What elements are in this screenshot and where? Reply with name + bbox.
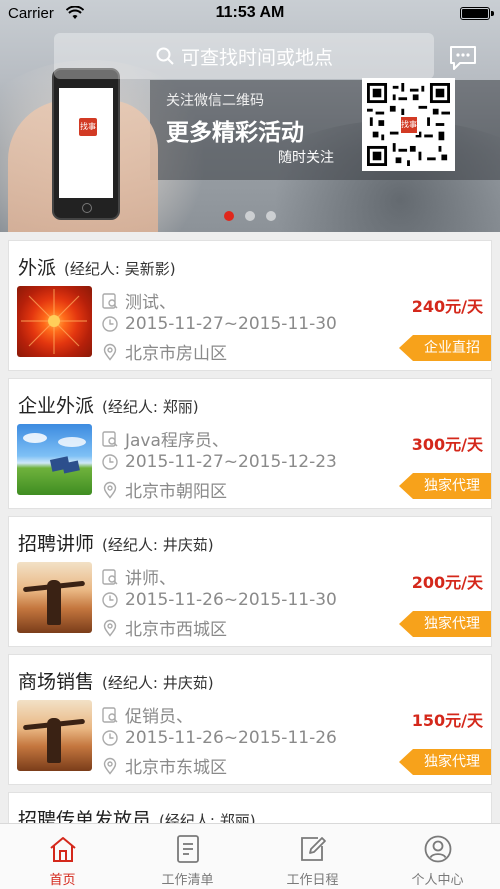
home-icon — [47, 833, 79, 865]
job-dates: 2015-11-27~2015-11-30 — [125, 314, 337, 334]
job-location-row: 北京市房山区 — [101, 339, 227, 364]
qr-logo: 找事 — [399, 115, 419, 135]
location-icon — [101, 481, 119, 499]
job-location: 北京市朝阳区 — [125, 482, 227, 502]
job-location: 北京市西城区 — [125, 620, 227, 640]
job-dates-row: 2015-11-26~2015-11-30 — [101, 590, 337, 610]
job-title-row: 外派 (经纪人: 吴新影) — [18, 253, 176, 280]
search-icon — [155, 46, 175, 66]
carousel-indicator[interactable] — [224, 211, 276, 221]
job-position: 促销员、 — [125, 707, 193, 727]
search-placeholder: 可查找时间或地点 — [180, 46, 333, 69]
battery-icon — [460, 7, 494, 20]
job-card[interactable]: 招聘讲师 (经纪人: 井庆茹) 讲师、 2015-11-26~2015-11-30… — [8, 516, 492, 647]
list-icon — [172, 833, 204, 865]
job-card[interactable]: 外派 (经纪人: 吴新影) 测试、 2015-11-27~2015-11-30 北… — [8, 240, 492, 371]
job-title: 企业外派 — [18, 395, 95, 417]
tab-label: 工作日程 — [286, 873, 339, 888]
job-thumbnail — [17, 424, 92, 495]
message-button[interactable] — [448, 44, 478, 72]
location-icon — [101, 619, 119, 637]
tab-bar: 首页 工作清单 工作日程 个人中心 — [0, 823, 500, 889]
job-dates-row: 2015-11-27~2015-11-30 — [101, 314, 337, 334]
carousel-dot-2[interactable] — [245, 211, 255, 221]
job-tag: 独家代理 — [399, 473, 491, 499]
job-location-row: 北京市东城区 — [101, 753, 227, 778]
job-dates-row: 2015-11-27~2015-12-23 — [101, 452, 337, 472]
job-agent: (经纪人: 井庆茹) — [102, 674, 214, 692]
job-dates-row: 2015-11-26~2015-11-26 — [101, 728, 337, 748]
job-dates: 2015-11-26~2015-11-26 — [125, 728, 337, 748]
qr-code: 找事 — [362, 78, 455, 171]
message-icon — [450, 46, 476, 70]
tab-profile[interactable]: 个人中心 — [375, 824, 500, 889]
job-position-row: 促销员、 — [101, 702, 193, 727]
job-title: 外派 — [18, 257, 57, 279]
carousel-dot-1[interactable] — [224, 211, 234, 221]
job-price: 200元/天 — [411, 573, 483, 592]
tab-work-list[interactable]: 工作清单 — [125, 824, 250, 889]
job-position: 测试、 — [125, 293, 176, 313]
job-position-row: 讲师、 — [101, 564, 176, 589]
position-icon — [101, 430, 119, 448]
job-card[interactable]: 商场销售 (经纪人: 井庆茹) 促销员、 2015-11-26~2015-11-2… — [8, 654, 492, 785]
tab-work-schedule[interactable]: 工作日程 — [250, 824, 375, 889]
promo-title: 更多精彩活动 — [166, 120, 304, 146]
job-title: 招聘讲师 — [18, 533, 95, 555]
tab-home[interactable]: 首页 — [0, 824, 125, 889]
phone-screen: 找事 — [59, 88, 113, 198]
job-agent: (经纪人: 吴新影) — [64, 260, 176, 278]
job-thumbnail — [17, 562, 92, 633]
carousel-dot-3[interactable] — [266, 211, 276, 221]
job-price: 300元/天 — [411, 435, 483, 454]
job-price: 240元/天 — [411, 297, 483, 316]
tab-label: 工作清单 — [161, 873, 214, 888]
edit-icon — [297, 833, 329, 865]
search-input[interactable]: 可查找时间或地点 — [54, 33, 434, 79]
job-position: 讲师、 — [125, 569, 176, 589]
job-title-row: 招聘讲师 (经纪人: 井庆茹) — [18, 529, 214, 556]
job-thumbnail — [17, 700, 92, 771]
status-time: 11:53 AM — [215, 4, 285, 21]
job-position-row: 测试、 — [101, 288, 176, 313]
location-icon — [101, 757, 119, 775]
job-location: 北京市房山区 — [125, 344, 227, 364]
position-icon — [101, 706, 119, 724]
job-position-row: Java程序员、 — [101, 426, 229, 451]
job-position: Java程序员、 — [125, 431, 229, 451]
job-price: 150元/天 — [411, 711, 483, 730]
job-title: 商场销售 — [18, 671, 95, 693]
clock-icon — [101, 453, 119, 471]
tab-label: 首页 — [49, 873, 76, 888]
clock-icon — [101, 315, 119, 333]
job-title-row: 企业外派 (经纪人: 郑丽) — [18, 391, 199, 418]
job-tag: 企业直招 — [399, 335, 491, 361]
job-card[interactable]: 企业外派 (经纪人: 郑丽) Java程序员、 2015-11-27~2015-1… — [8, 378, 492, 509]
job-dates: 2015-11-26~2015-11-30 — [125, 590, 337, 610]
job-location: 北京市东城区 — [125, 758, 227, 778]
position-icon — [101, 568, 119, 586]
job-location-row: 北京市朝阳区 — [101, 477, 227, 502]
job-dates: 2015-11-27~2015-12-23 — [125, 452, 337, 472]
location-icon — [101, 343, 119, 361]
clock-icon — [101, 591, 119, 609]
job-tag: 独家代理 — [399, 749, 491, 775]
job-title-row: 商场销售 (经纪人: 井庆茹) — [18, 667, 214, 694]
user-icon — [422, 833, 454, 865]
job-agent: (经纪人: 郑丽) — [102, 398, 199, 416]
clock-icon — [101, 729, 119, 747]
promo-caption: 随时关注 — [278, 150, 334, 166]
phone-home-button — [82, 203, 92, 213]
job-tag: 独家代理 — [399, 611, 491, 637]
tab-label: 个人中心 — [411, 873, 464, 888]
position-icon — [101, 292, 119, 310]
promo-subtitle: 关注微信二维码 — [166, 93, 264, 109]
job-location-row: 北京市西城区 — [101, 615, 227, 640]
job-agent: (经纪人: 井庆茹) — [102, 536, 214, 554]
job-thumbnail — [17, 286, 92, 357]
phone-image: 找事 — [52, 68, 120, 220]
status-bar: Carrier 11:53 AM — [0, 0, 500, 28]
phone-app-logo: 找事 — [79, 118, 97, 136]
